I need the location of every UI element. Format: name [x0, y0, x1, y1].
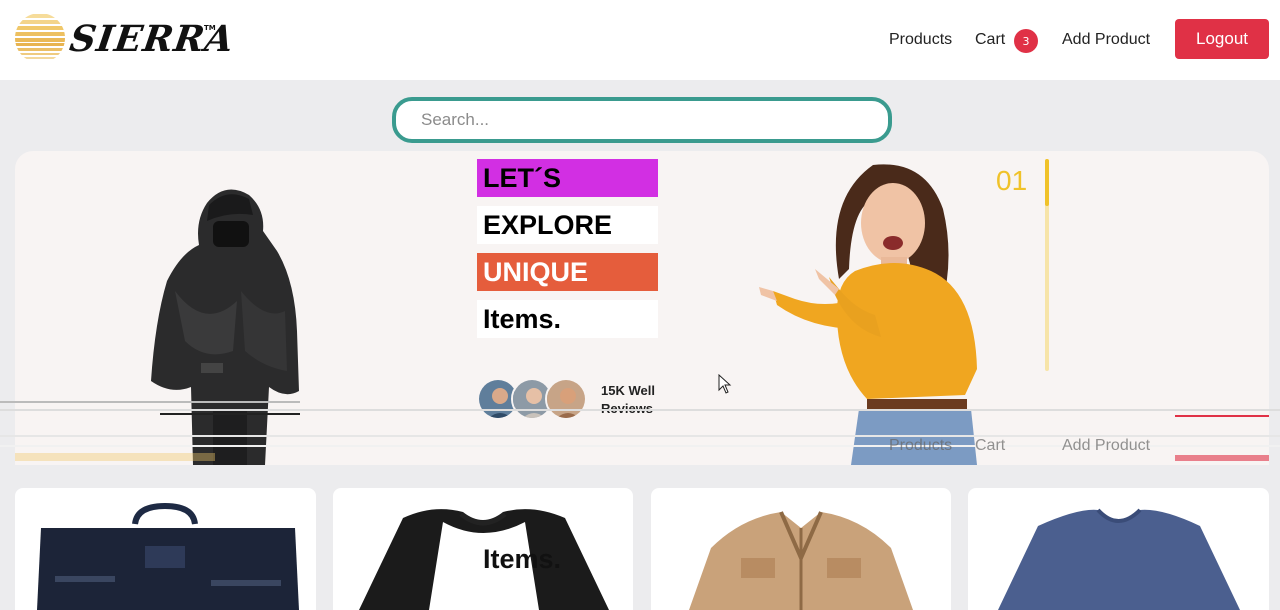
slide-number: 01	[996, 165, 1028, 196]
nav-products-link[interactable]: Products	[889, 31, 952, 49]
hero-banner: LET´S EXPLORE UNIQUE Items. 15K Well Rev…	[15, 151, 1269, 465]
logout-button[interactable]: Logout	[1175, 19, 1269, 59]
sierra-logo[interactable]: SIERRA TM	[14, 12, 237, 66]
product-card[interactable]: Items.	[333, 488, 633, 610]
product-grid: Items.	[15, 488, 1269, 610]
reviews-line-2: Reviews	[601, 401, 654, 416]
headline-line-4: Items.	[477, 300, 658, 338]
slide-progress-track[interactable]	[1045, 159, 1049, 371]
nav-add-product-link[interactable]: Add Product	[1062, 31, 1150, 49]
sun-logo-icon	[15, 13, 65, 63]
black-bag-icon	[37, 502, 299, 610]
headline-line-1: LET´S	[477, 159, 658, 197]
navbar: SIERRA TM Products Cart 3 Add Product Lo…	[0, 0, 1280, 80]
trademark-mark: TM	[204, 24, 216, 32]
reviewer-avatars	[477, 378, 589, 422]
avatar	[545, 378, 587, 420]
headline-line-3: UNIQUE	[477, 253, 658, 291]
product-card[interactable]	[651, 488, 951, 610]
reviews-line-1: 15K Well	[601, 383, 655, 398]
mouse-cursor-icon	[718, 374, 732, 394]
search-input[interactable]	[396, 101, 888, 139]
ghost-items-text: Items.	[483, 544, 562, 574]
slide-progress-thumb[interactable]	[1045, 159, 1049, 206]
product-card[interactable]	[15, 488, 316, 610]
product-card[interactable]	[968, 488, 1269, 610]
cart-count-badge[interactable]: 3	[1014, 29, 1038, 53]
nav-cart-link[interactable]: Cart	[975, 31, 1005, 49]
headline-line-2: EXPLORE	[477, 206, 658, 244]
search-bar	[392, 97, 892, 143]
hooded-model-image	[151, 189, 299, 465]
pointing-model-image	[759, 164, 977, 465]
reviews-caption: 15K Well Reviews	[601, 382, 681, 418]
beige-jacket-icon	[689, 511, 913, 610]
blue-longsleeve-icon	[998, 508, 1240, 610]
